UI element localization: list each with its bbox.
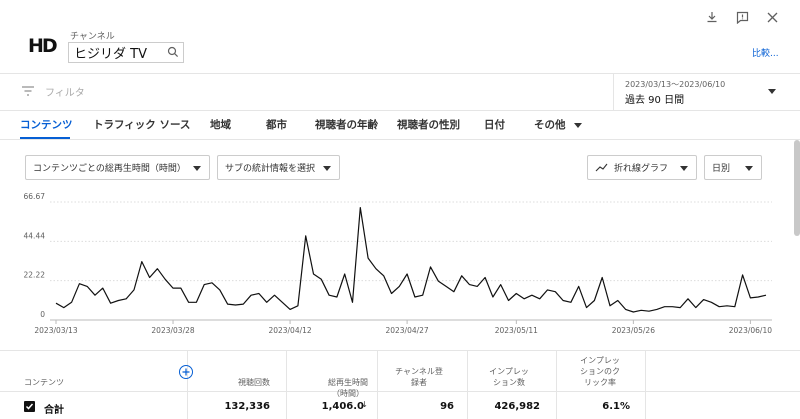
caret-down-icon (574, 122, 583, 128)
column-divider (286, 351, 287, 419)
date-period-select[interactable]: 過去 90 日間 (625, 91, 684, 106)
x-axis: 2023/03/13 2023/03/28 2023/04/12 2023/04/27… (34, 320, 772, 335)
secondary-metric-select[interactable]: サブの統計情報を選択 (217, 155, 340, 180)
metric-select[interactable]: コンテンツごとの総再生時間（時間） (25, 155, 210, 180)
series-line (55, 207, 767, 313)
column-header-views[interactable]: 視聴回数 (192, 377, 270, 388)
caret-down-icon (745, 166, 753, 171)
channel-name: ヒジリダ TV (74, 47, 147, 62)
scrollbar[interactable] (794, 140, 800, 236)
total-ctr: 6.1% (602, 401, 630, 412)
column-header-ctr[interactable]: インプレッ ションのク リック率 (565, 355, 635, 388)
granularity-select[interactable]: 日別 (704, 155, 762, 180)
search-icon[interactable] (167, 46, 179, 62)
y-tick-label: 0 (40, 310, 45, 319)
total-checkbox[interactable] (24, 401, 35, 412)
y-tick-label: 22.22 (24, 271, 46, 280)
filter-input[interactable]: フィルタ (45, 84, 85, 99)
column-header-impressions[interactable]: インプレッ ション数 (472, 366, 546, 388)
tab-viewer-age[interactable]: 視聴者の年齢 (315, 117, 378, 132)
watch-time-header-label: 総再生時間 （時間） (328, 378, 368, 398)
compare-link[interactable]: 比較... (752, 46, 779, 59)
channel-label: チャンネル (70, 32, 115, 42)
total-label: 合計 (44, 405, 64, 416)
chart-type-select[interactable]: 折れ線グラフ (587, 155, 697, 180)
x-tick-label: 2023/03/13 (34, 326, 77, 335)
column-header-content: コンテンツ (24, 378, 64, 387)
chevron-down-icon[interactable] (768, 89, 776, 94)
divider (613, 73, 614, 111)
date-range-text: 2023/03/13～2023/06/10 (625, 80, 726, 89)
tab-content[interactable]: コンテンツ (20, 117, 73, 132)
tab-traffic-source[interactable]: トラフィック ソース (93, 117, 190, 132)
x-tick-label: 2023/06/10 (729, 326, 772, 335)
column-divider (645, 351, 646, 419)
line-chart-icon (595, 163, 608, 172)
secondary-metric-label: サブの統計情報を選択 (225, 164, 316, 174)
caret-down-icon (193, 166, 201, 171)
total-watch-time: 1,406.0 (321, 401, 364, 412)
y-tick-label: 44.44 (24, 231, 46, 240)
close-icon[interactable] (764, 9, 780, 25)
line-chart: 66.6744.4422.220 2023/03/13 2023/03/28 202… (24, 192, 773, 335)
caret-down-icon (680, 166, 688, 171)
tab-more-label: その他 (534, 119, 566, 131)
column-divider (556, 351, 557, 419)
total-views: 132,336 (224, 401, 270, 412)
granularity-label: 日別 (712, 164, 731, 174)
y-tick-label: 66.67 (24, 192, 46, 201)
chart-type-label: 折れ線グラフ (614, 164, 669, 174)
tab-more[interactable]: その他 (534, 117, 583, 132)
total-subscribers: 96 (440, 401, 454, 412)
x-tick-label: 2023/05/26 (612, 326, 655, 335)
caret-down-icon (323, 166, 331, 171)
total-impressions: 426,982 (494, 401, 540, 412)
column-header-subscribers[interactable]: チャンネル登 録者 (382, 366, 456, 388)
tab-geography[interactable]: 地域 (210, 117, 231, 132)
add-column-icon[interactable] (179, 365, 193, 379)
x-tick-label: 2023/04/12 (268, 326, 311, 335)
filter-icon[interactable] (20, 84, 36, 98)
download-icon[interactable] (704, 9, 720, 25)
x-tick-label: 2023/04/27 (385, 326, 428, 335)
column-divider (377, 351, 378, 419)
channel-logo: HD (28, 35, 58, 57)
tab-date[interactable]: 日付 (484, 117, 505, 132)
divider (0, 139, 800, 140)
feedback-icon[interactable] (734, 9, 750, 25)
x-tick-label: 2023/05/11 (495, 326, 538, 335)
divider (0, 391, 800, 392)
column-divider (467, 351, 468, 419)
metric-select-label: コンテンツごとの総再生時間（時間） (33, 164, 186, 174)
column-divider (187, 351, 188, 419)
divider (0, 350, 800, 351)
y-axis: 66.67 44.44 22.22 0 (24, 192, 46, 319)
tab-viewer-gender[interactable]: 視聴者の性別 (397, 117, 460, 132)
channel-search-input[interactable]: ヒジリダ TV (68, 42, 184, 63)
tab-city[interactable]: 都市 (266, 117, 287, 132)
x-tick-label: 2023/03/28 (151, 326, 194, 335)
chart-grid (50, 201, 772, 321)
